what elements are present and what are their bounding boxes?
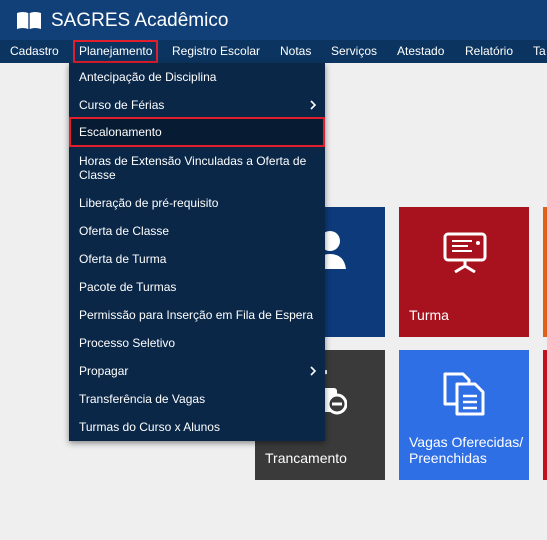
tile-turma-label: Turma — [409, 307, 449, 323]
menu-planejamento[interactable]: Planejamento — [73, 40, 159, 63]
dropdown-item-processo-seletivo[interactable]: Processo Seletivo — [69, 336, 325, 350]
dropdown-item-liberacao[interactable]: Liberação de pré-requisito — [69, 196, 325, 210]
dropdown-item-horas-extensao[interactable]: Horas de Extensão Vinculadas a Oferta de… — [69, 154, 325, 182]
app-header: SAGRES Acadêmico — [0, 0, 547, 40]
app-title: SAGRES Acadêmico — [51, 10, 229, 31]
dropdown-item-escalonamento[interactable]: Escalonamento — [69, 117, 325, 147]
tile-vagas[interactable]: Vagas Oferecidas/ Preenchidas — [399, 350, 529, 480]
menu-registro-escolar[interactable]: Registro Escolar — [172, 40, 260, 63]
menu-atestado[interactable]: Atestado — [397, 40, 444, 63]
menu-relatorio[interactable]: Relatório — [465, 40, 513, 63]
chevron-right-icon — [310, 366, 316, 376]
dropdown-item-propagar[interactable]: Propagar — [69, 364, 325, 378]
dropdown-item-oferta-classe[interactable]: Oferta de Classe — [69, 224, 325, 238]
menu-servicos[interactable]: Serviços — [331, 40, 377, 63]
tile-trancamento-label: Trancamento — [265, 450, 347, 466]
tile-vagas-label: Vagas Oferecidas/ Preenchidas — [409, 434, 524, 466]
menu-truncated[interactable]: Ta — [533, 40, 546, 63]
dropdown-item-antecipacao[interactable]: Antecipação de Disciplina — [69, 70, 325, 84]
chevron-right-icon — [310, 100, 316, 110]
dropdown-item-permissao-fila[interactable]: Permissão para Inserção em Fila de Esper… — [69, 308, 325, 322]
dropdown-item-turmas-curso[interactable]: Turmas do Curso x Alunos — [69, 420, 325, 434]
documents-icon — [443, 372, 485, 416]
dropdown-item-curso-ferias[interactable]: Curso de Férias — [69, 98, 325, 112]
main-menu-bar: Cadastro Planejamento Registro Escolar N… — [0, 40, 547, 63]
tile-partial-orange[interactable] — [543, 207, 547, 337]
menu-notas[interactable]: Notas — [280, 40, 311, 63]
tile-turma[interactable]: Turma — [399, 207, 529, 337]
planejamento-dropdown: Antecipação de Disciplina Curso de Féria… — [69, 63, 325, 441]
dropdown-item-transferencia[interactable]: Transferência de Vagas — [69, 392, 325, 406]
dropdown-item-pacote-turmas[interactable]: Pacote de Turmas — [69, 280, 325, 294]
book-logo-icon — [17, 12, 41, 29]
menu-cadastro[interactable]: Cadastro — [10, 40, 59, 63]
presentation-board-icon — [443, 232, 487, 273]
dropdown-item-oferta-turma[interactable]: Oferta de Turma — [69, 252, 325, 266]
tile-partial-red[interactable] — [543, 350, 547, 480]
